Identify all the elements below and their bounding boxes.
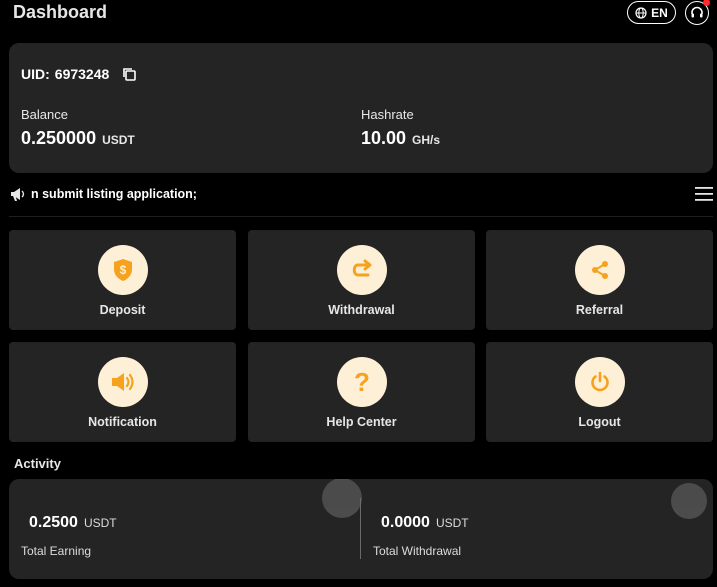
deposit-tile[interactable]: $ Deposit	[9, 230, 236, 330]
balance-label: Balance	[21, 107, 68, 122]
language-label: EN	[651, 5, 668, 20]
help-center-label: Help Center	[326, 415, 397, 429]
uid-label: UID:	[21, 66, 50, 82]
help-center-tile[interactable]: ? Help Center	[248, 342, 475, 442]
activity-divider	[360, 498, 361, 559]
total-withdrawal-unit: USDT	[435, 516, 469, 530]
question-icon: ?	[354, 369, 370, 395]
logout-tile[interactable]: Logout	[486, 342, 713, 442]
header: Dashboard EN	[0, 0, 717, 26]
withdrawal-tile[interactable]: Withdrawal	[248, 230, 475, 330]
svg-text:$: $	[119, 263, 126, 277]
total-earning-unit: USDT	[83, 516, 117, 530]
headset-icon	[691, 6, 703, 18]
uid-row: UID: 6973248	[21, 66, 137, 82]
notification-label: Notification	[88, 415, 157, 429]
account-card: UID: 6973248 Balance 0.250000 USDT Hashr…	[9, 43, 713, 173]
dashboard-page: Dashboard EN UID: 6973248 Balance 0.2500…	[0, 0, 717, 587]
hashrate-stat: Hashrate 10.00 GH/s	[361, 107, 440, 149]
activity-card: 0.2500 USDT Total Earning 0.0000 USDT To…	[9, 479, 713, 579]
logout-label: Logout	[578, 415, 621, 429]
total-earning-label: Total Earning	[21, 544, 92, 558]
withdrawal-label: Withdrawal	[328, 303, 395, 317]
page-title: Dashboard	[13, 2, 108, 22]
referral-label: Referral	[575, 303, 624, 317]
speaker-icon	[111, 373, 134, 391]
share-icon	[591, 261, 608, 279]
notification-tile[interactable]: Notification	[9, 342, 236, 442]
announcement-bar: n submit listing application;	[9, 182, 713, 208]
deposit-label: Deposit	[99, 303, 146, 317]
referral-tile[interactable]: Referral	[486, 230, 713, 330]
total-withdrawal-label: Total Withdrawal	[373, 544, 462, 558]
power-icon	[590, 371, 609, 392]
decorative-robot-icon	[671, 483, 707, 519]
divider	[9, 216, 713, 217]
withdraw-arrow-icon	[352, 259, 371, 277]
notification-dot	[703, 0, 710, 6]
globe-icon	[635, 6, 647, 19]
menu-icon[interactable]	[695, 186, 713, 202]
activity-title: Activity	[14, 456, 61, 471]
total-earning-value: 0.2500	[29, 514, 78, 531]
dollar-shield-icon: $	[113, 259, 132, 281]
svg-text:?: ?	[354, 369, 370, 395]
language-button[interactable]: EN	[627, 1, 676, 24]
megaphone-icon	[11, 188, 25, 201]
hashrate-value: 10.00	[361, 128, 407, 148]
total-earning: 0.2500 USDT Total Earning	[21, 514, 117, 558]
copy-icon[interactable]	[121, 66, 137, 82]
hashrate-unit: GH/s	[412, 133, 441, 147]
announcement-text: n submit listing application;	[31, 187, 197, 201]
support-button[interactable]	[685, 0, 710, 25]
balance-stat: Balance 0.250000 USDT	[21, 107, 135, 149]
balance-unit: USDT	[102, 133, 135, 147]
total-withdrawal-value: 0.0000	[381, 514, 430, 531]
hashrate-label: Hashrate	[361, 107, 414, 122]
total-withdrawal: 0.0000 USDT Total Withdrawal	[373, 514, 469, 558]
uid-value: 6973248	[54, 66, 110, 82]
balance-value: 0.250000	[21, 128, 97, 148]
